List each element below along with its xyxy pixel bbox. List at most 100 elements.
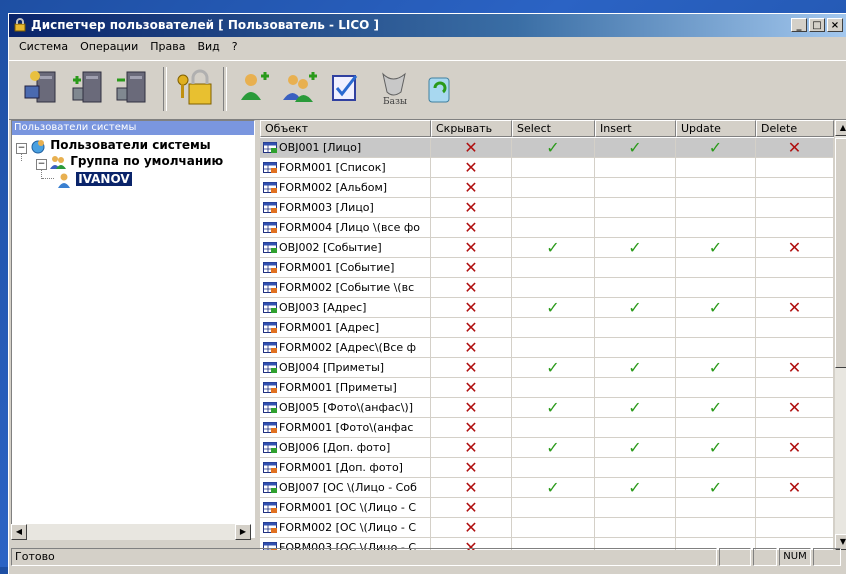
hide-cell[interactable]: ✕: [431, 358, 512, 378]
tree-node-root[interactable]: Пользователи системы: [30, 137, 211, 153]
collapse-root-toggle[interactable]: −: [16, 143, 27, 154]
select-cell[interactable]: ✓: [512, 358, 595, 378]
update-cell[interactable]: [676, 338, 756, 358]
insert-cell[interactable]: ✓: [595, 478, 676, 498]
delete-cell[interactable]: [756, 458, 834, 478]
title-bar[interactable]: Диспетчер пользователей [ Пользователь -…: [9, 14, 846, 37]
table-row[interactable]: FORM001 [Фото\(анфас ✕: [260, 418, 834, 438]
select-cell[interactable]: ✓: [512, 398, 595, 418]
hide-cell[interactable]: ✕: [431, 418, 512, 438]
menu-operations[interactable]: Операции: [74, 37, 144, 57]
update-cell[interactable]: [676, 418, 756, 438]
update-cell[interactable]: ✓: [676, 298, 756, 318]
maximize-button[interactable]: □: [809, 18, 825, 32]
update-cell[interactable]: [676, 278, 756, 298]
update-cell[interactable]: [676, 198, 756, 218]
table-row[interactable]: OBJ003 [Адрес] ✕ ✓ ✓ ✓ ✕: [260, 298, 834, 318]
delete-cell[interactable]: [756, 158, 834, 178]
select-cell[interactable]: [512, 318, 595, 338]
insert-cell[interactable]: [595, 178, 676, 198]
table-row[interactable]: FORM004 [Лицо \(все фо ✕: [260, 218, 834, 238]
table-row[interactable]: OBJ005 [Фото\(анфас\)] ✕ ✓ ✓ ✓ ✕: [260, 398, 834, 418]
table-row[interactable]: FORM002 [Событие \(вс ✕: [260, 278, 834, 298]
object-cell[interactable]: FORM002 [ОС \(Лицо - С: [260, 518, 431, 538]
delete-cell[interactable]: ✕: [756, 298, 834, 318]
menu-help[interactable]: ?: [226, 37, 244, 57]
table-row[interactable]: FORM001 [Доп. фото] ✕: [260, 458, 834, 478]
hide-cell[interactable]: ✕: [431, 258, 512, 278]
update-cell[interactable]: [676, 498, 756, 518]
object-cell[interactable]: FORM003 [Лицо]: [260, 198, 431, 218]
update-cell[interactable]: ✓: [676, 398, 756, 418]
update-cell[interactable]: [676, 518, 756, 538]
delete-cell[interactable]: ✕: [756, 238, 834, 258]
hide-cell[interactable]: ✕: [431, 158, 512, 178]
hide-cell[interactable]: ✕: [431, 458, 512, 478]
hide-cell[interactable]: ✕: [431, 218, 512, 238]
scroll-up-button[interactable]: ▲: [835, 120, 846, 136]
hide-cell[interactable]: ✕: [431, 198, 512, 218]
select-cell[interactable]: [512, 518, 595, 538]
update-cell[interactable]: [676, 378, 756, 398]
delete-cell[interactable]: [756, 338, 834, 358]
insert-cell[interactable]: ✓: [595, 138, 676, 158]
insert-cell[interactable]: ✓: [595, 398, 676, 418]
object-cell[interactable]: OBJ007 [ОС \(Лицо - Соб: [260, 478, 431, 498]
update-cell[interactable]: [676, 178, 756, 198]
select-cell[interactable]: [512, 158, 595, 178]
edit-check-button[interactable]: [327, 66, 367, 110]
table-row[interactable]: FORM001 [Список] ✕: [260, 158, 834, 178]
delete-cell[interactable]: [756, 178, 834, 198]
object-cell[interactable]: FORM001 [Приметы]: [260, 378, 431, 398]
hide-cell[interactable]: ✕: [431, 498, 512, 518]
object-cell[interactable]: OBJ002 [Событие]: [260, 238, 431, 258]
table-row[interactable]: FORM001 [ОС \(Лицо - С ✕: [260, 498, 834, 518]
hide-cell[interactable]: ✕: [431, 438, 512, 458]
delete-cell[interactable]: ✕: [756, 398, 834, 418]
update-cell[interactable]: ✓: [676, 138, 756, 158]
delete-cell[interactable]: ✕: [756, 438, 834, 458]
databases-button[interactable]: Базы: [373, 66, 413, 110]
select-cell[interactable]: ✓: [512, 478, 595, 498]
table-row[interactable]: OBJ002 [Событие] ✕ ✓ ✓ ✓ ✕: [260, 238, 834, 258]
insert-cell[interactable]: [595, 198, 676, 218]
delete-cell[interactable]: [756, 258, 834, 278]
hide-cell[interactable]: ✕: [431, 278, 512, 298]
insert-cell[interactable]: [595, 498, 676, 518]
column-select[interactable]: Select: [512, 120, 595, 137]
insert-cell[interactable]: [595, 338, 676, 358]
scroll-left-button[interactable]: ◀: [11, 524, 27, 540]
delete-cell[interactable]: [756, 278, 834, 298]
hide-cell[interactable]: ✕: [431, 338, 512, 358]
select-cell[interactable]: [512, 278, 595, 298]
column-insert[interactable]: Insert: [595, 120, 676, 137]
object-cell[interactable]: FORM001 [Список]: [260, 158, 431, 178]
insert-cell[interactable]: ✓: [595, 358, 676, 378]
insert-cell[interactable]: ✓: [595, 298, 676, 318]
delete-cell[interactable]: [756, 498, 834, 518]
select-cell[interactable]: [512, 198, 595, 218]
insert-cell[interactable]: [595, 278, 676, 298]
object-cell[interactable]: OBJ003 [Адрес]: [260, 298, 431, 318]
insert-cell[interactable]: [595, 258, 676, 278]
object-cell[interactable]: FORM002 [Адрес\(Все ф: [260, 338, 431, 358]
hide-cell[interactable]: ✕: [431, 138, 512, 158]
tree-node-user[interactable]: IVANOV: [56, 171, 132, 188]
menu-rights[interactable]: Права: [144, 37, 191, 57]
hide-cell[interactable]: ✕: [431, 318, 512, 338]
column-update[interactable]: Update: [676, 120, 756, 137]
update-cell[interactable]: [676, 318, 756, 338]
object-cell[interactable]: FORM002 [Альбом]: [260, 178, 431, 198]
add-group-button[interactable]: [281, 66, 321, 110]
select-cell[interactable]: ✓: [512, 138, 595, 158]
table-row[interactable]: FORM002 [ОС \(Лицо - С ✕: [260, 518, 834, 538]
select-cell[interactable]: [512, 498, 595, 518]
computer-user-button[interactable]: [23, 66, 63, 110]
select-cell[interactable]: [512, 418, 595, 438]
insert-cell[interactable]: [595, 158, 676, 178]
update-cell[interactable]: [676, 258, 756, 278]
object-cell[interactable]: FORM001 [Событие]: [260, 258, 431, 278]
update-cell[interactable]: ✓: [676, 478, 756, 498]
select-cell[interactable]: ✓: [512, 298, 595, 318]
hide-cell[interactable]: ✕: [431, 178, 512, 198]
